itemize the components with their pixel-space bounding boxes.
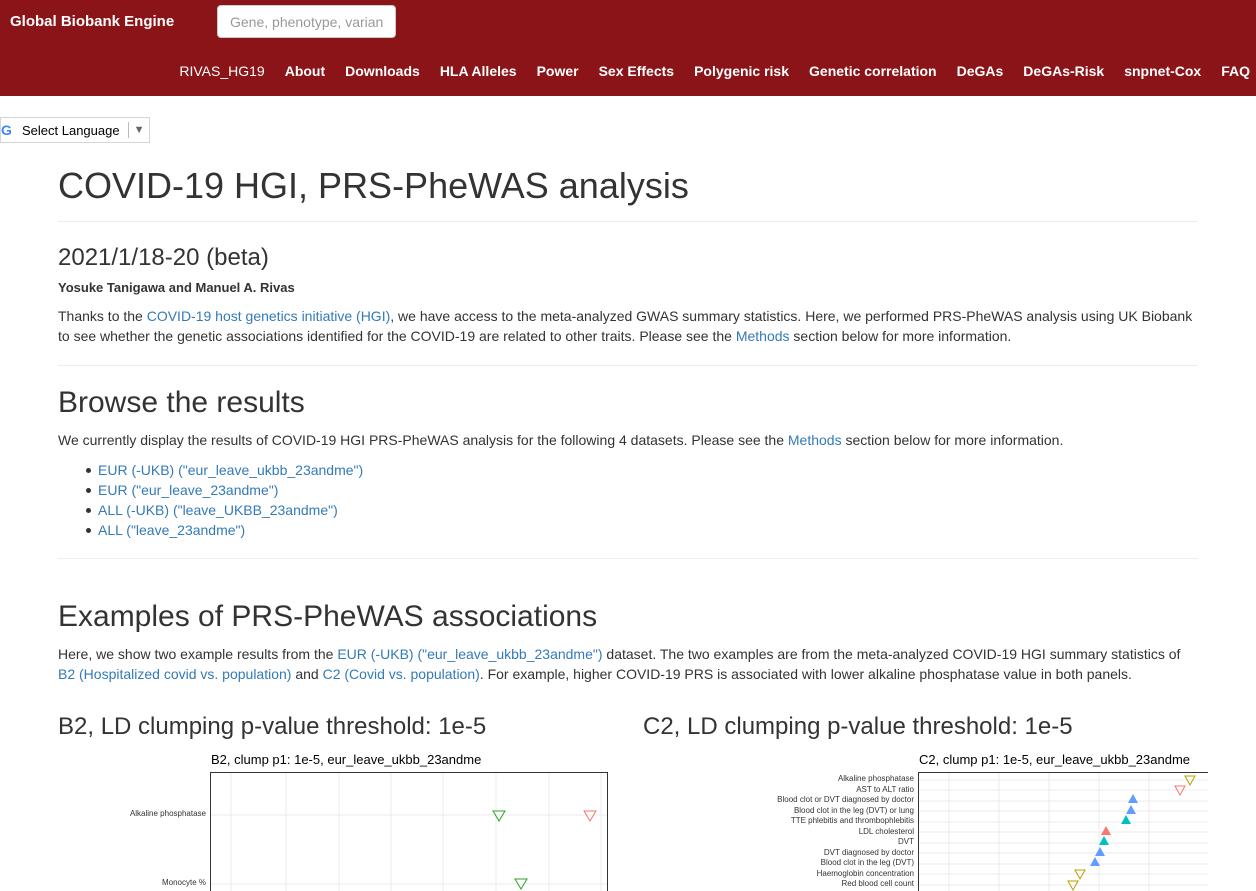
gridlines bbox=[211, 773, 607, 891]
examples-paragraph: Here, we show two example results from t… bbox=[58, 644, 1198, 684]
intro-text-1: Thanks to the bbox=[58, 308, 147, 324]
list-item: ALL (-UKB) ("leave_UKBB_23andme") bbox=[85, 500, 363, 520]
c2-panel-heading: C2, LD clumping p-value threshold: 1e-5 bbox=[643, 713, 1073, 740]
dataset-link[interactable]: EUR (-UKB) ("eur_leave_ukbb_23andme") bbox=[337, 646, 602, 662]
release-date: 2021/1/18-20 (beta) bbox=[58, 244, 269, 271]
browse-paragraph: We currently display the results of COVI… bbox=[58, 430, 1198, 450]
nav-item-rivas-hg19[interactable]: RIVAS_HG19 bbox=[169, 63, 274, 79]
gridlines bbox=[919, 773, 1208, 891]
point-marker bbox=[1099, 836, 1109, 845]
google-g-icon: G bbox=[1, 122, 12, 138]
c2-row-label: AST to ALT ratio bbox=[856, 785, 914, 794]
nav-item-snpnet-cox[interactable]: snpnet-Cox bbox=[1114, 63, 1211, 79]
examples-text-3: and bbox=[291, 666, 323, 682]
c2-row-label: DVT bbox=[898, 837, 914, 846]
c2-row-label: LDL cholesterol bbox=[858, 827, 914, 836]
b2-plot-title: B2, clump p1: 1e-5, eur_leave_ukbb_23and… bbox=[211, 752, 482, 767]
b2-plot-area bbox=[210, 772, 608, 891]
methods-link[interactable]: Methods bbox=[788, 432, 842, 448]
dataset-link[interactable]: ALL ("leave_23andme") bbox=[98, 522, 245, 538]
c2-row-label: Blood clot in the leg (DVT) bbox=[820, 858, 914, 867]
point-marker bbox=[1128, 794, 1138, 803]
authors: Yosuke Tanigawa and Manuel A. Rivas bbox=[58, 280, 295, 295]
point-marker bbox=[1095, 847, 1105, 856]
nav-item-about[interactable]: About bbox=[275, 63, 335, 79]
b2-panel-heading: B2, LD clumping p-value threshold: 1e-5 bbox=[58, 713, 487, 740]
nav-item-faq[interactable]: FAQ bbox=[1211, 63, 1256, 79]
list-item: EUR ("eur_leave_23andme") bbox=[85, 480, 363, 500]
top-navbar: Global Biobank Engine RIVAS_HG19 About D… bbox=[0, 0, 1256, 96]
language-divider bbox=[127, 122, 129, 138]
dataset-link[interactable]: EUR (-UKB) ("eur_leave_ukbb_23andme") bbox=[98, 462, 363, 478]
page-title: COVID-19 HGI, PRS-PheWAS analysis bbox=[58, 165, 689, 206]
examples-text-4: . For example, higher COVID-19 PRS is as… bbox=[479, 666, 1132, 682]
nav-item-sex-effects[interactable]: Sex Effects bbox=[589, 63, 684, 79]
browse-text-1: We currently display the results of COVI… bbox=[58, 432, 788, 448]
divider bbox=[58, 558, 1198, 559]
divider bbox=[58, 365, 1198, 366]
intro-text-3: section below for more information. bbox=[789, 328, 1012, 344]
list-item: EUR (-UKB) ("eur_leave_ukbb_23andme") bbox=[85, 460, 363, 480]
point-marker bbox=[583, 810, 597, 822]
dataset-link[interactable]: ALL (-UKB) ("leave_UKBB_23andme") bbox=[98, 502, 338, 518]
c2-row-label: DVT diagnosed by doctor bbox=[823, 848, 914, 857]
c2-row-label: Blood clot in the leg (DVT) or lung bbox=[793, 806, 914, 815]
c2-plot-title: C2, clump p1: 1e-5, eur_leave_ukbb_23and… bbox=[919, 752, 1191, 767]
c2-row-label: Haemoglobin concentration bbox=[816, 869, 914, 878]
nav-item-hla-alleles[interactable]: HLA Alleles bbox=[430, 63, 527, 79]
c2-row-label: Red blood cell count bbox=[841, 879, 915, 888]
language-selector[interactable]: G Select Language ▼ bbox=[0, 117, 150, 143]
nav-item-power[interactable]: Power bbox=[527, 63, 589, 79]
c2-link[interactable]: C2 (Covid vs. population) bbox=[323, 666, 480, 682]
browse-heading: Browse the results bbox=[58, 386, 305, 419]
search-input[interactable] bbox=[217, 5, 396, 38]
point-marker bbox=[1121, 815, 1131, 824]
nav-item-degas-risk[interactable]: DeGAs-Risk bbox=[1013, 63, 1114, 79]
nav-item-degas[interactable]: DeGAs bbox=[947, 63, 1014, 79]
dataset-link[interactable]: EUR ("eur_leave_23andme") bbox=[98, 482, 278, 498]
language-label: Select Language bbox=[22, 122, 120, 138]
nav-item-genetic-correlation[interactable]: Genetic correlation bbox=[799, 63, 947, 79]
methods-link[interactable]: Methods bbox=[736, 328, 790, 344]
b2-row-label: Alkaline phosphatase bbox=[129, 809, 206, 818]
c2-row-label: Blood clot or DVT diagnosed by doctor bbox=[777, 795, 914, 804]
c2-row-label: TTE phlebitis and thrombophlebitis bbox=[790, 816, 914, 825]
chevron-down-icon: ▼ bbox=[133, 124, 145, 136]
brand-link[interactable]: Global Biobank Engine bbox=[10, 13, 174, 30]
nav-menu: RIVAS_HG19 About Downloads HLA Alleles P… bbox=[169, 63, 1256, 79]
point-marker bbox=[492, 810, 506, 822]
divider bbox=[58, 221, 1198, 222]
list-item: ALL ("leave_23andme") bbox=[85, 520, 363, 540]
browse-text-2: section below for more information. bbox=[841, 432, 1064, 448]
point-marker bbox=[1101, 826, 1111, 835]
c2-plot-svg bbox=[919, 773, 1208, 891]
b2-link[interactable]: B2 (Hospitalized covid vs. population) bbox=[58, 666, 291, 682]
b2-row-label: Monocyte % bbox=[161, 878, 206, 887]
dataset-list: EUR (-UKB) ("eur_leave_ukbb_23andme") EU… bbox=[85, 460, 363, 540]
examples-text-2: dataset. The two examples are from the m… bbox=[602, 646, 1181, 662]
examples-heading: Examples of PRS-PheWAS associations bbox=[58, 600, 598, 633]
examples-text-1: Here, we show two example results from t… bbox=[58, 646, 338, 662]
intro-paragraph: Thanks to the COVID-19 host genetics ini… bbox=[58, 306, 1198, 346]
nav-item-polygenic-risk[interactable]: Polygenic risk bbox=[684, 63, 799, 79]
point-marker bbox=[1126, 805, 1136, 814]
b2-plot-svg bbox=[211, 773, 607, 891]
c2-row-label: Alkaline phosphatase bbox=[837, 774, 914, 783]
nav-item-downloads[interactable]: Downloads bbox=[335, 63, 430, 79]
hgi-link[interactable]: COVID-19 host genetics initiative (HGI) bbox=[147, 308, 391, 324]
c2-plot-area bbox=[918, 772, 1208, 891]
